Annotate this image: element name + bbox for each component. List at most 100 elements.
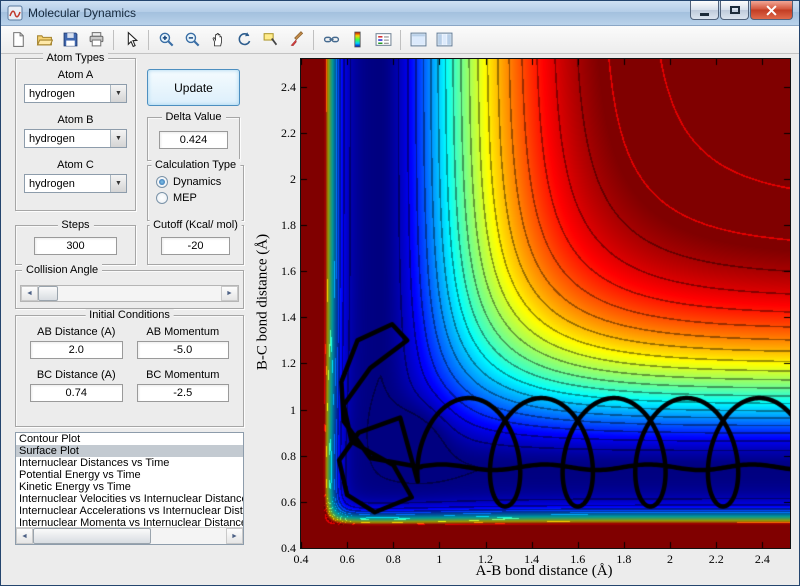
- cutoff-panel: Cutoff (Kcal/ mol): [147, 219, 244, 265]
- open-file-icon: [36, 31, 53, 48]
- close-icon: [766, 4, 777, 16]
- slider-track[interactable]: [38, 286, 221, 301]
- chevron-down-icon: ▼: [110, 130, 126, 147]
- open-file-button[interactable]: [32, 28, 56, 52]
- atom-c-select[interactable]: hydrogen ▼: [24, 174, 127, 193]
- bc-momentum-field[interactable]: [136, 384, 229, 402]
- rotate-3d-button[interactable]: [232, 28, 256, 52]
- chevron-down-icon: ▼: [110, 175, 126, 192]
- insert-legend-button[interactable]: [371, 28, 395, 52]
- atom-a-label: Atom A: [57, 69, 94, 81]
- listbox-scroll-track[interactable]: [33, 528, 226, 544]
- app-window: Molecular Dynamics Atom Types Atom A hyd…: [0, 0, 800, 586]
- y-tick-label: 0.4: [281, 541, 296, 555]
- update-button[interactable]: Update: [147, 69, 240, 106]
- window-title: Molecular Dynamics: [28, 6, 137, 20]
- y-tick-label: 1: [290, 402, 296, 417]
- x-tick-label: 0.6: [339, 552, 355, 566]
- plot-type-option[interactable]: Internuclear Velocities vs Internuclear …: [16, 493, 243, 505]
- print-figure-icon: [88, 31, 105, 48]
- pan-icon: [210, 31, 227, 48]
- y-tick-label: 0.8: [281, 448, 296, 463]
- chevron-down-icon: ▼: [110, 85, 126, 102]
- save-figure-icon: [62, 31, 79, 48]
- atom-b-select[interactable]: hydrogen ▼: [24, 129, 127, 148]
- brush-data-icon: [288, 31, 305, 48]
- plot-type-option[interactable]: Internuclear Accelerations vs Internucle…: [16, 505, 243, 517]
- plot-type-option[interactable]: Surface Plot: [16, 445, 243, 457]
- listbox-hscrollbar[interactable]: ◄ ►: [16, 527, 243, 544]
- ab-distance-field[interactable]: [30, 341, 123, 359]
- y-tick-label: 0.6: [281, 494, 296, 509]
- show-plot-tools-button[interactable]: [432, 28, 456, 52]
- steps-field[interactable]: [34, 237, 117, 255]
- slider-thumb[interactable]: [38, 286, 58, 301]
- plot-type-option[interactable]: Contour Plot: [16, 433, 243, 445]
- maximize-button[interactable]: [720, 1, 749, 20]
- x-tick-label: 1.8: [616, 552, 632, 566]
- plot-type-option[interactable]: Internuclear Distances vs Time: [16, 457, 243, 469]
- zoom-in-button[interactable]: [154, 28, 178, 52]
- x-tick-label: 1: [436, 552, 443, 566]
- steps-panel-title: Steps: [57, 219, 94, 231]
- edit-plot-icon: [123, 31, 140, 48]
- print-figure-button[interactable]: [84, 28, 108, 52]
- toolbar-separator: [148, 29, 149, 50]
- link-plot-button[interactable]: [319, 28, 343, 52]
- zoom-out-button[interactable]: [180, 28, 204, 52]
- ab-momentum-field[interactable]: [136, 341, 229, 359]
- collision-angle-slider[interactable]: ◄ ►: [20, 285, 239, 302]
- hide-plot-tools-button[interactable]: [406, 28, 430, 52]
- listbox-scroll-thumb[interactable]: [33, 528, 151, 544]
- plot-type-option[interactable]: Kinetic Energy vs Time: [16, 481, 243, 493]
- close-button[interactable]: [750, 1, 793, 20]
- plot-type-option[interactable]: Internuclear Momenta vs Internuclear Dis…: [16, 517, 243, 527]
- slider-left-arrow[interactable]: ◄: [21, 286, 38, 301]
- y-tick-label: 1.8: [281, 218, 296, 233]
- ab-distance-label: AB Distance (A): [37, 326, 116, 338]
- figure-content: Atom Types Atom A hydrogen ▼ Atom B hydr…: [1, 52, 799, 585]
- delta-value-field[interactable]: [159, 131, 228, 149]
- y-tick-label: 2.4: [281, 79, 296, 94]
- dynamics-radio[interactable]: [156, 176, 168, 188]
- plot-type-listbox[interactable]: Contour Plot Surface Plot Internuclear Dis…: [15, 432, 244, 545]
- initial-conditions-panel: Initial Conditions AB Distance (A) AB Mo…: [15, 309, 244, 427]
- brush-data-button[interactable]: [284, 28, 308, 52]
- new-figure-button[interactable]: [6, 28, 30, 52]
- minimize-button[interactable]: [690, 1, 719, 20]
- x-tick-label: 2: [667, 552, 674, 566]
- zoom-out-icon: [184, 31, 201, 48]
- mep-radio[interactable]: [156, 192, 168, 204]
- maximize-icon: [729, 6, 740, 14]
- cutoff-panel-title: Cutoff (Kcal/ mol): [149, 219, 242, 231]
- atom-a-select[interactable]: hydrogen ▼: [24, 84, 127, 103]
- steps-panel: Steps: [15, 219, 136, 265]
- titlebar[interactable]: Molecular Dynamics: [1, 1, 799, 26]
- dynamics-radio-label: Dynamics: [173, 176, 222, 188]
- dynamics-radio-row[interactable]: Dynamics: [156, 176, 243, 188]
- save-figure-button[interactable]: [58, 28, 82, 52]
- cutoff-field[interactable]: [161, 237, 230, 255]
- edit-plot-button[interactable]: [119, 28, 143, 52]
- listbox-scroll-left-arrow[interactable]: ◄: [16, 528, 33, 544]
- minimize-icon: [700, 12, 709, 16]
- atom-b-value: hydrogen: [29, 132, 75, 145]
- atom-types-panel-title: Atom Types: [42, 52, 109, 64]
- pan-button[interactable]: [206, 28, 230, 52]
- mep-radio-row[interactable]: MEP: [156, 192, 243, 204]
- atom-types-panel: Atom Types Atom A hydrogen ▼ Atom B hydr…: [15, 52, 136, 211]
- insert-colorbar-button[interactable]: [345, 28, 369, 52]
- x-tick-label: 0.8: [385, 552, 401, 566]
- plot-type-option[interactable]: Potential Energy vs Time: [16, 469, 243, 481]
- pes-plot-canvas[interactable]: [300, 58, 791, 549]
- data-cursor-button[interactable]: [258, 28, 282, 52]
- insert-colorbar-icon: [349, 31, 366, 48]
- bc-distance-label: BC Distance (A): [36, 369, 116, 381]
- x-tick-label: 2.2: [708, 552, 724, 566]
- slider-right-arrow[interactable]: ►: [221, 286, 238, 301]
- bc-distance-field[interactable]: [30, 384, 123, 402]
- x-axis-label: A-B bond distance (Å): [475, 563, 613, 579]
- atom-a-value: hydrogen: [29, 87, 75, 100]
- bc-momentum-label: BC Momentum: [146, 369, 220, 381]
- listbox-scroll-right-arrow[interactable]: ►: [226, 528, 243, 544]
